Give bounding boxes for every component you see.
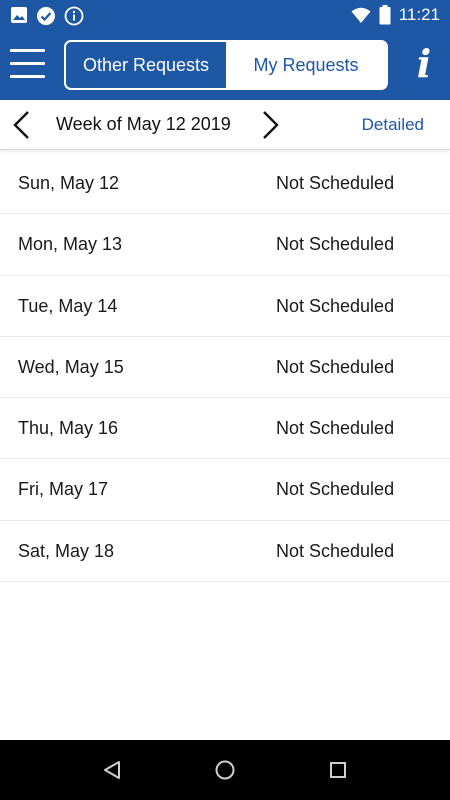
day-status: Not Scheduled <box>276 295 395 316</box>
status-time: 11:21 <box>398 5 440 24</box>
tab-my-requests[interactable]: My Requests <box>226 42 386 88</box>
day-date: Mon, May 13 <box>18 234 123 255</box>
status-bar: 11:21 <box>0 0 450 32</box>
day-list: Sun, May 12 Not Scheduled Mon, May 13 No… <box>0 153 450 583</box>
chevron-left-icon[interactable] <box>10 110 34 140</box>
back-triangle-icon[interactable] <box>100 758 124 782</box>
detailed-view-link[interactable]: Detailed <box>362 115 424 135</box>
battery-icon <box>379 5 391 25</box>
image-icon <box>11 7 27 23</box>
week-label: Week of May 12 2019 <box>56 114 231 134</box>
day-status: Not Scheduled <box>276 356 395 377</box>
day-date: Thu, May 16 <box>18 418 119 439</box>
day-status: Not Scheduled <box>276 234 395 255</box>
chevron-right-icon[interactable] <box>258 110 282 140</box>
info-icon[interactable]: i <box>412 42 436 86</box>
day-date: Sun, May 12 <box>18 173 120 193</box>
tab-other-requests[interactable]: Other Requests <box>66 42 226 88</box>
list-item[interactable]: Sat, May 18 Not Scheduled <box>0 521 450 583</box>
day-date: Fri, May 17 <box>18 479 109 500</box>
info-circle-icon <box>64 6 84 26</box>
day-status: Not Scheduled <box>276 540 395 561</box>
day-status: Not Scheduled <box>276 418 395 439</box>
day-status: Not Scheduled <box>276 479 395 500</box>
list-item[interactable]: Sun, May 12 Not Scheduled <box>0 153 450 215</box>
list-item[interactable]: Mon, May 13 Not Scheduled <box>0 214 450 276</box>
app-bar: Other Requests My Requests i <box>0 32 450 100</box>
wifi-icon <box>351 7 371 23</box>
day-date: Sat, May 18 <box>18 540 115 561</box>
week-navigation: Week of May 12 2019 Detailed <box>0 100 450 150</box>
status-right: 11:21 <box>351 5 440 25</box>
list-item[interactable]: Tue, May 14 Not Scheduled <box>0 276 450 337</box>
request-type-toggle: Other Requests My Requests <box>64 40 388 90</box>
check-circle-icon <box>37 7 55 25</box>
home-circle-icon[interactable] <box>213 758 237 782</box>
recent-apps-square-icon[interactable] <box>326 758 350 782</box>
status-left-icons <box>10 6 84 26</box>
list-item[interactable]: Wed, May 15 Not Scheduled <box>0 337 450 399</box>
list-item[interactable]: Fri, May 17 Not Scheduled <box>0 459 450 521</box>
list-item[interactable]: Thu, May 16 Not Scheduled <box>0 398 450 460</box>
day-date: Wed, May 15 <box>18 356 124 377</box>
hamburger-menu-icon[interactable] <box>10 49 46 81</box>
day-status: Not Scheduled <box>276 173 395 193</box>
system-nav-bar <box>0 740 450 800</box>
day-date: Tue, May 14 <box>18 295 118 316</box>
